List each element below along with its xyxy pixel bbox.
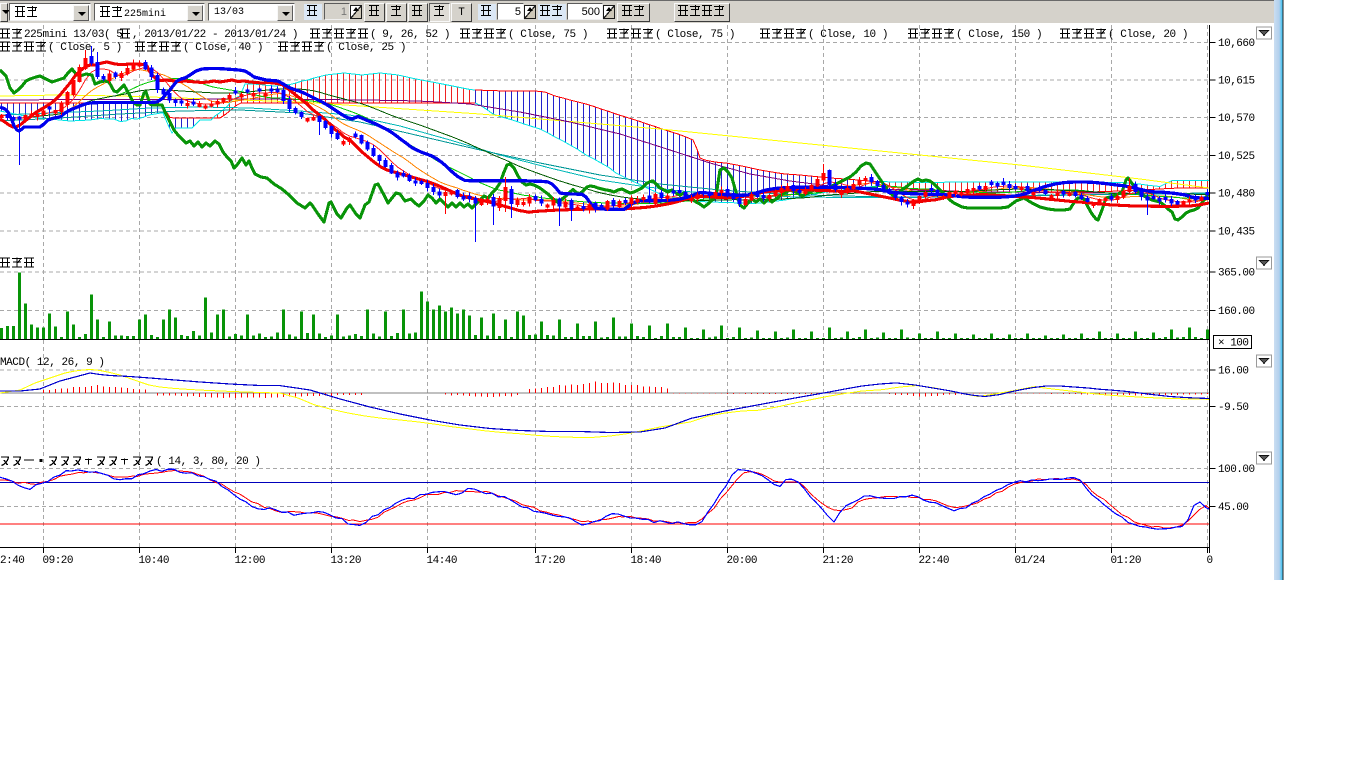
svg-text:, 2013/01/22 - 2013/01/24 ): , 2013/01/22 - 2013/01/24 ) [132, 29, 298, 41]
svg-text:365.00: 365.00 [1218, 268, 1255, 280]
svg-text:12:00: 12:00 [235, 555, 266, 567]
svg-text:22:40: 22:40 [919, 555, 950, 567]
svg-text:10:40: 10:40 [139, 555, 170, 567]
svg-text:( Close, 150 ): ( Close, 150 ) [956, 29, 1042, 41]
svg-text:10,615: 10,615 [1218, 76, 1255, 88]
svg-text:( Close, 40 ): ( Close, 40 ) [183, 42, 263, 54]
svg-text:( Close, 75 ): ( Close, 75 ) [508, 29, 588, 41]
svg-text:10,660: 10,660 [1218, 38, 1255, 50]
svg-text:( Close, 20 ): ( Close, 20 ) [1108, 29, 1188, 41]
svg-text:21:20: 21:20 [823, 555, 854, 567]
svg-text:-9.50: -9.50 [1218, 402, 1249, 414]
svg-text:10,525: 10,525 [1218, 151, 1255, 163]
svg-text:01:20: 01:20 [1111, 555, 1142, 567]
svg-text:( Close, 75 ): ( Close, 75 ) [655, 29, 735, 41]
svg-text:( 9, 26, 52 ): ( 9, 26, 52 ) [370, 29, 450, 41]
svg-text:160.00: 160.00 [1218, 306, 1255, 318]
svg-text:01/24: 01/24 [1015, 555, 1046, 567]
svg-text:17:20: 17:20 [535, 555, 566, 567]
svg-text:10,480: 10,480 [1218, 189, 1255, 201]
svg-text:( Close, 10 ): ( Close, 10 ) [808, 29, 888, 41]
svg-text:09:20: 09:20 [43, 555, 74, 567]
svg-text:10,435: 10,435 [1218, 226, 1255, 238]
svg-text:2:40: 2:40 [0, 555, 24, 567]
svg-text:13:20: 13:20 [331, 555, 362, 567]
svg-text:225mini 13/03( 5: 225mini 13/03( 5 [24, 29, 122, 41]
svg-text:( 14, 3, 80, 20 ): ( 14, 3, 80, 20 ) [156, 456, 261, 468]
svg-text:18:40: 18:40 [631, 555, 662, 567]
svg-text:45.00: 45.00 [1218, 502, 1249, 514]
svg-text:MACD( 12, 26, 9 ): MACD( 12, 26, 9 ) [0, 357, 105, 369]
svg-text:10,570: 10,570 [1218, 113, 1255, 125]
svg-text:16.00: 16.00 [1218, 366, 1249, 378]
svg-text:( Close, 25 ): ( Close, 25 ) [326, 42, 406, 54]
svg-text:20:00: 20:00 [727, 555, 758, 567]
svg-text:14:40: 14:40 [427, 555, 458, 567]
svg-text:( Close, 5 ): ( Close, 5 ) [48, 42, 122, 54]
svg-text:× 100: × 100 [1218, 338, 1249, 350]
svg-text:0: 0 [1207, 555, 1213, 567]
svg-text:100.00: 100.00 [1218, 464, 1255, 476]
